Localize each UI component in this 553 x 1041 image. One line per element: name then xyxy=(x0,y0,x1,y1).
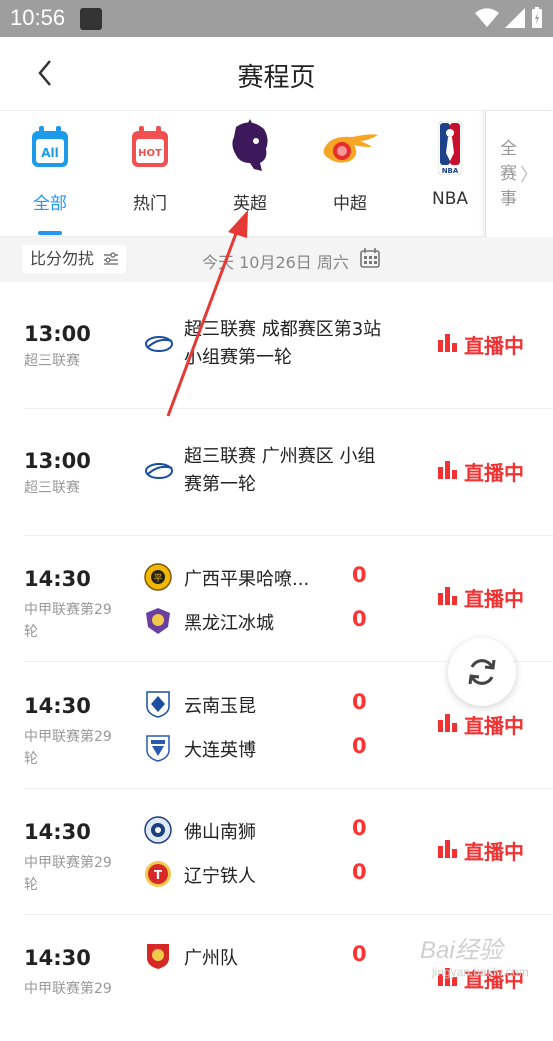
match-row[interactable]: 14:30 中甲联赛第29轮 佛山南狮 0 T 辽宁铁人 0 直播中 xyxy=(0,788,553,915)
team-name: 广西平果哈嘹... xyxy=(184,569,310,590)
team-name: 广州队 xyxy=(184,948,238,969)
wifi-icon xyxy=(475,8,499,27)
team-score: 0 xyxy=(352,563,367,587)
nba-icon: NBA xyxy=(438,121,462,175)
team-score: 0 xyxy=(352,942,367,966)
svg-text:T: T xyxy=(154,868,163,882)
team-logo-icon: 平 xyxy=(144,563,172,591)
battery-icon xyxy=(532,7,542,28)
match-time: 14:30 xyxy=(24,946,91,970)
signal-icon xyxy=(505,8,525,28)
hot-badge-text: HOT xyxy=(138,148,162,159)
tab-csl-label: 中超 xyxy=(333,194,367,214)
match-time: 14:30 xyxy=(24,694,91,718)
team-logo-icon xyxy=(144,816,172,844)
category-tabs: All 全部 HOT 热门 英超 中超 NBA NBA 全赛事 〉 xyxy=(0,111,553,237)
home-team: 佛山南狮 0 xyxy=(144,816,444,846)
match-league: 中甲联赛第29轮 xyxy=(24,729,112,767)
super3-logo-icon xyxy=(145,336,173,352)
filter-bar: 比分勿扰 今天 10月26日 周六 xyxy=(0,237,553,282)
match-row[interactable]: 13:00 超三联赛 超三联赛 成都赛区第3站 小组赛第一轮 直播中 xyxy=(0,282,553,409)
watermark-url: jingyan.baidu.com xyxy=(432,965,529,979)
page-title: 赛程页 xyxy=(237,63,316,93)
hot-icon: HOT xyxy=(132,126,168,167)
team-score: 0 xyxy=(352,607,367,631)
match-title: 超三联赛 广州赛区 小组赛第一轮 xyxy=(184,446,376,495)
team-name: 佛山南狮 xyxy=(184,822,256,843)
chevron-right-icon: 〉 xyxy=(520,165,538,186)
team-name: 黑龙江冰城 xyxy=(184,613,274,634)
match-title: 超三联赛 成都赛区第3站 小组赛第一轮 xyxy=(184,319,382,368)
all-categories-label: 全赛事 xyxy=(500,139,517,209)
match-row[interactable]: 13:00 超三联赛 超三联赛 广州赛区 小组赛第一轮 直播中 xyxy=(0,409,553,536)
tab-premier-league-label: 英超 xyxy=(233,194,267,214)
team-logo-icon xyxy=(146,691,170,718)
tab-all-label: 全部 xyxy=(33,194,67,214)
team-score: 0 xyxy=(352,690,367,714)
tab-hot[interactable]: HOT 热门 xyxy=(100,111,200,237)
filter-settings-icon xyxy=(104,252,118,265)
match-time: 14:30 xyxy=(24,820,91,844)
team-logo-icon xyxy=(147,944,169,969)
live-bars-icon xyxy=(438,461,457,479)
svg-text:平: 平 xyxy=(153,573,162,584)
away-team: 黑龙江冰城 0 xyxy=(144,607,444,637)
all-categories-button[interactable]: 全赛事 〉 xyxy=(485,111,553,237)
match-league: 中甲联赛第29轮 xyxy=(24,602,112,640)
away-team: T 辽宁铁人 0 xyxy=(144,860,444,890)
top-nav: 赛程页 xyxy=(0,37,553,111)
refresh-icon xyxy=(468,659,496,685)
match-time: 13:00 xyxy=(24,322,91,346)
notification-icon xyxy=(80,8,102,30)
tab-csl[interactable]: 中超 xyxy=(300,111,400,237)
watermark-logo: Bai经验 jingyan.baidu.com xyxy=(420,930,529,979)
team-score: 0 xyxy=(352,860,367,884)
live-label: 直播中 xyxy=(464,461,524,485)
calendar-icon[interactable] xyxy=(360,248,380,268)
match-league: 超三联赛 xyxy=(24,480,80,496)
team-logo-icon xyxy=(146,608,170,634)
current-date: 今天 10月26日 周六 xyxy=(202,253,349,272)
match-time: 13:00 xyxy=(24,449,91,473)
refresh-button[interactable] xyxy=(448,638,516,706)
premier-league-icon xyxy=(232,119,268,171)
live-label: 直播中 xyxy=(464,840,524,864)
team-score: 0 xyxy=(352,816,367,840)
status-bar: 10:56 xyxy=(0,0,553,37)
match-league: 超三联赛 xyxy=(24,353,80,369)
score-disturb-label: 比分勿扰 xyxy=(30,249,95,268)
team-logo-icon xyxy=(146,735,170,762)
tab-hot-label: 热门 xyxy=(133,194,167,214)
score-disturb-toggle[interactable]: 比分勿扰 xyxy=(22,245,126,273)
csl-icon xyxy=(323,134,378,163)
team-name: 云南玉昆 xyxy=(184,696,256,717)
super3-logo-icon xyxy=(145,463,173,479)
watermark-brand: Bai经验 xyxy=(420,937,503,964)
live-label: 直播中 xyxy=(464,334,524,358)
live-bars-icon xyxy=(438,714,457,732)
live-bars-icon xyxy=(438,587,457,605)
team-logo-icon: T xyxy=(145,861,171,887)
home-team: 云南玉昆 0 xyxy=(144,690,444,720)
team-name: 大连英博 xyxy=(184,740,256,761)
home-team: 平 广西平果哈嘹... 0 xyxy=(144,563,444,593)
svg-text:NBA: NBA xyxy=(442,167,459,175)
team-score: 0 xyxy=(352,734,367,758)
status-time: 10:56 xyxy=(10,5,66,30)
live-label: 直播中 xyxy=(464,587,524,611)
live-bars-icon xyxy=(438,334,457,352)
match-league: 中甲联赛第29 xyxy=(24,981,112,997)
home-team: 广州队 0 xyxy=(144,942,444,972)
all-badge-text: All xyxy=(41,146,59,160)
all-icon: All xyxy=(32,126,68,167)
team-name: 辽宁铁人 xyxy=(184,866,256,887)
live-label: 直播中 xyxy=(464,714,524,738)
active-tab-indicator xyxy=(38,231,62,235)
match-league: 中甲联赛第29轮 xyxy=(24,855,112,893)
match-time: 14:30 xyxy=(24,567,91,591)
tab-premier-league[interactable]: 英超 xyxy=(200,111,300,237)
tab-all[interactable]: All 全部 xyxy=(0,111,100,237)
away-team: 大连英博 0 xyxy=(144,734,444,764)
live-bars-icon xyxy=(438,840,457,858)
